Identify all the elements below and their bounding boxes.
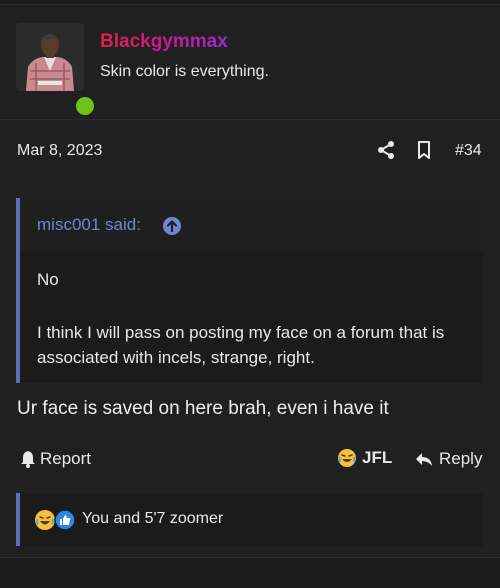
reply-arrow-icon xyxy=(416,453,432,466)
avatar[interactable] xyxy=(16,23,84,91)
user-title: Skin color is everything. xyxy=(100,63,269,80)
post-body-text: Ur face is saved on here brah, even i ha… xyxy=(17,398,389,419)
bell-icon xyxy=(21,451,35,468)
reactions-bar[interactable]: You and 5'7 zoomer xyxy=(16,493,483,546)
user-avatar-container[interactable] xyxy=(16,23,98,119)
reply-button[interactable]: Reply xyxy=(415,448,482,470)
share-icon[interactable] xyxy=(376,140,396,160)
reaction-button[interactable]: JFL xyxy=(337,447,392,469)
reaction-users-link[interactable]: You and 5'7 zoomer xyxy=(82,510,223,528)
forum-post: Blackgymmax Skin color is everything. Ma… xyxy=(0,4,500,558)
post-number-link[interactable]: #34 xyxy=(455,142,482,160)
online-status-indicator xyxy=(72,93,98,119)
quote-author-link[interactable]: misc001 said: xyxy=(37,215,141,235)
like-icon xyxy=(54,509,76,531)
reaction-icons xyxy=(34,509,78,531)
arrow-up-circle-icon[interactable] xyxy=(162,216,182,236)
reply-label: Reply xyxy=(439,449,483,468)
reaction-label: JFL xyxy=(362,448,393,467)
avatar-image xyxy=(16,23,84,91)
divider xyxy=(0,119,500,120)
bookmark-icon[interactable] xyxy=(416,140,432,160)
laughing-emoji-icon xyxy=(338,449,356,467)
username-link[interactable]: Blackgymmax xyxy=(100,31,228,53)
quote-block: misc001 said: No I think I will pass on … xyxy=(16,198,483,383)
report-label: Report xyxy=(40,449,92,468)
quote-text-paragraph: I think I will pass on posting my face o… xyxy=(37,323,445,367)
post-date-link[interactable]: Mar 8, 2023 xyxy=(17,142,102,160)
quote-text-line: No xyxy=(37,270,59,289)
quote-header: misc001 said: xyxy=(20,198,483,252)
laughing-emoji-icon xyxy=(35,510,55,530)
report-button[interactable]: Report xyxy=(20,448,91,470)
